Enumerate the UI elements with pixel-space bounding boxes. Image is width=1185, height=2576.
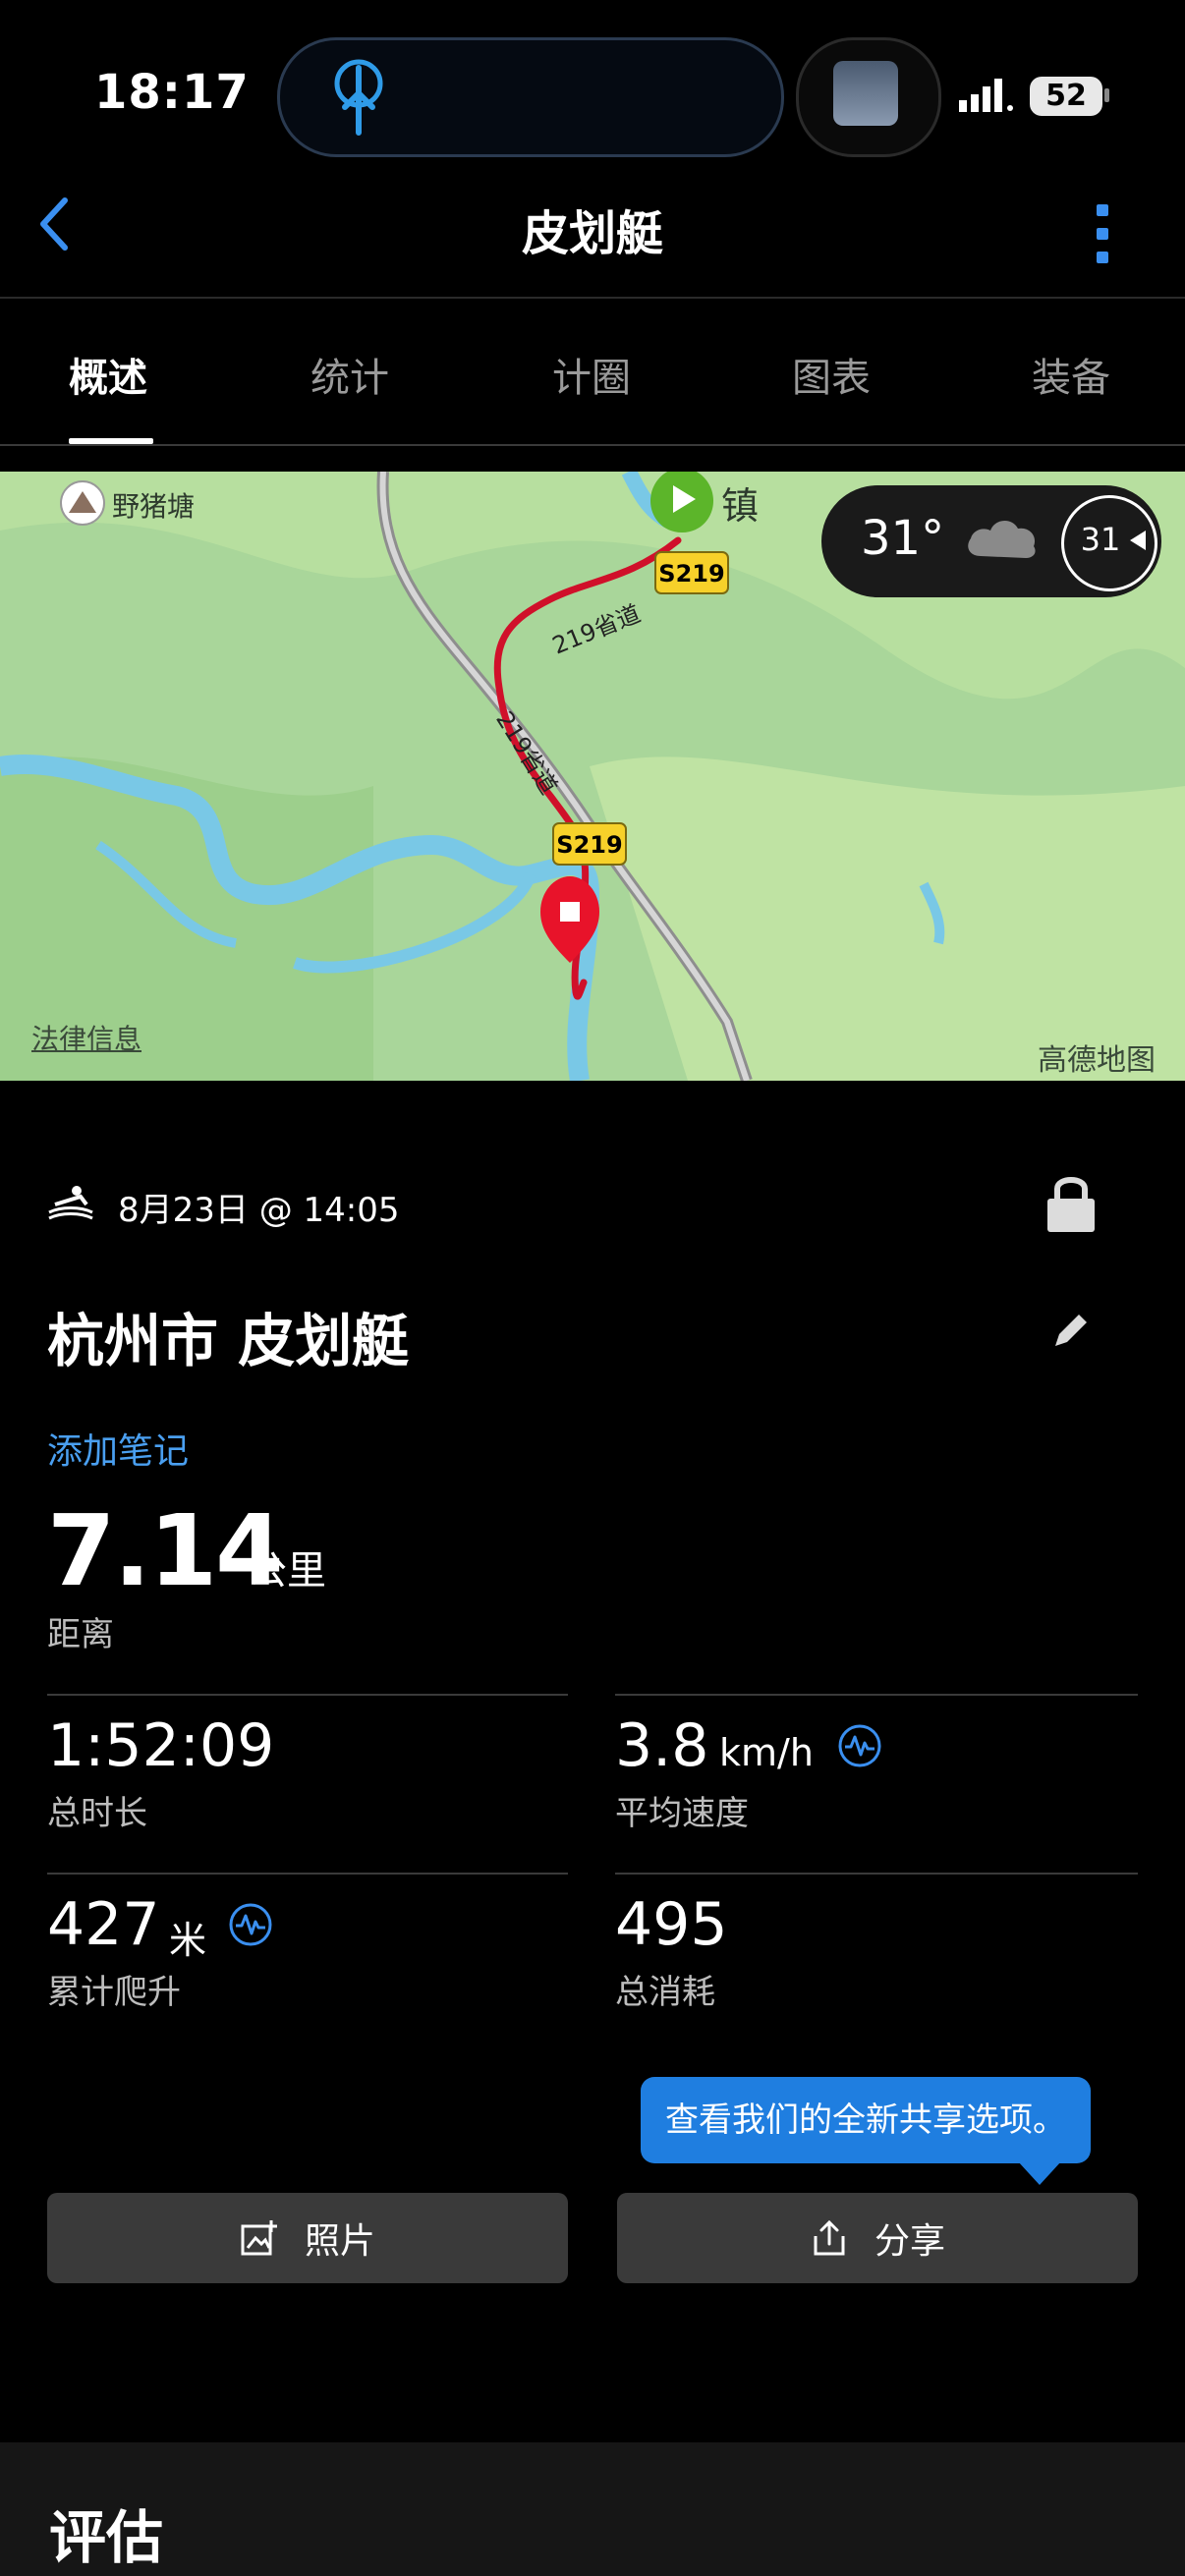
share-button[interactable]: 分享 <box>617 2193 1138 2283</box>
activity-datetime: 8月23日 @ 14:05 <box>118 1191 400 1230</box>
page-title: 皮划艇 <box>521 206 663 261</box>
avg-speed-value: 3.8 <box>615 1711 709 1780</box>
avatar <box>833 61 898 126</box>
calories-value: 495 <box>615 1890 728 1959</box>
signal-icon <box>959 79 1013 112</box>
photos-button-label: 照片 <box>304 2221 375 2262</box>
ascent-unit: 米 <box>169 1919 207 1962</box>
cloud-icon <box>968 520 1036 558</box>
stats-divider <box>615 1873 1138 1875</box>
dynamic-island[interactable] <box>277 37 784 157</box>
avg-speed-label: 平均速度 <box>615 1794 749 1833</box>
activity-name: 杭州市 皮划艇 <box>47 1308 410 1374</box>
share-tooltip-arrow <box>1018 2161 1061 2185</box>
status-time: 18:17 <box>94 65 250 120</box>
wind-direction-icon <box>1130 531 1146 550</box>
stats-divider <box>615 1694 1138 1696</box>
stats-divider <box>47 1873 568 1875</box>
road-badge-bottom: S219 <box>556 831 623 859</box>
road-badge-top: S219 <box>658 560 725 588</box>
share-icon <box>814 2219 845 2256</box>
stats-divider <box>47 1694 568 1696</box>
tab-gear[interactable]: 装备 <box>1032 346 1110 403</box>
edit-pencil-icon[interactable] <box>1049 1309 1093 1352</box>
tab-overview[interactable]: 概述 <box>69 346 147 403</box>
distance-unit: 公里 <box>248 1548 326 1594</box>
tab-laps[interactable]: 计圈 <box>552 346 631 403</box>
photos-button[interactable]: 照片 <box>47 2193 568 2283</box>
ascent-value: 427 <box>47 1890 160 1959</box>
share-tooltip[interactable]: 查看我们的全新共享选项。 <box>641 2077 1091 2163</box>
evaluation-panel <box>0 2442 1185 2576</box>
map-provider-logo: 高德地图 <box>1038 1043 1156 1078</box>
more-options-icon[interactable] <box>1091 202 1114 265</box>
add-note-link[interactable]: 添加笔记 <box>47 1423 189 1474</box>
tabs-divider <box>0 444 1185 446</box>
calories-label: 总消耗 <box>615 1973 715 2012</box>
share-button-label: 分享 <box>874 2221 945 2262</box>
distance-value: 7.14 <box>47 1493 284 1608</box>
navigation-arrow-icon <box>334 59 383 136</box>
tab-stats[interactable]: 统计 <box>310 346 389 403</box>
total-time-label: 总时长 <box>47 1794 147 1833</box>
header-divider <box>0 297 1185 299</box>
kayak-activity-icon <box>48 1186 93 1220</box>
legal-info-link[interactable]: 法律信息 <box>31 1018 141 1057</box>
ascent-chart-icon[interactable] <box>228 1902 273 1947</box>
ascent-label: 累计爬升 <box>47 1973 181 2012</box>
weather-temperature: 31° <box>861 511 945 566</box>
total-time-value: 1:52:09 <box>47 1711 275 1780</box>
lock-icon[interactable] <box>1045 1171 1097 1234</box>
speed-chart-icon[interactable] <box>837 1723 882 1768</box>
distance-label: 距离 <box>47 1615 114 1654</box>
evaluation-heading: 评估 <box>49 2504 164 2571</box>
add-photo-icon <box>241 2220 277 2256</box>
battery-indicator: 52 <box>1030 77 1102 116</box>
avg-speed-unit: km/h <box>719 1731 814 1774</box>
tab-charts[interactable]: 图表 <box>792 346 871 403</box>
wind-indicator-value: 31 <box>1080 521 1121 558</box>
map-town-label: 镇 <box>721 484 760 528</box>
map-poi-label: 野猪塘 <box>112 490 196 523</box>
battery-cap <box>1104 88 1109 102</box>
